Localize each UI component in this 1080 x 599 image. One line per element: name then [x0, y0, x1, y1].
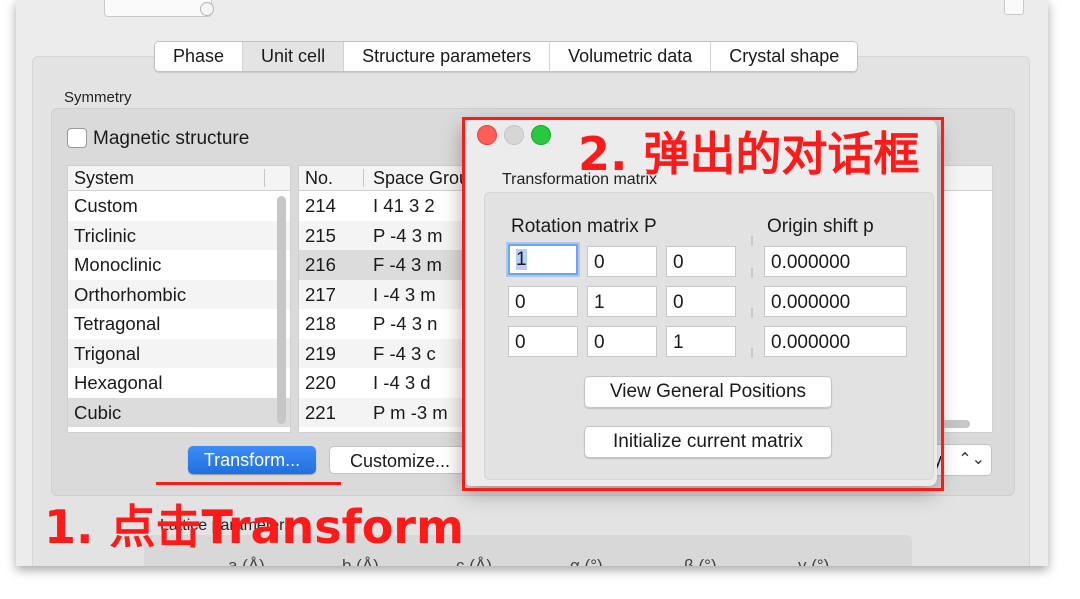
sg-number: 220	[305, 372, 336, 393]
lattice-header-beta: β (°)	[684, 556, 717, 566]
lattice-header-b: b (Å)	[342, 556, 379, 566]
sg-name: F -4 3 m	[373, 254, 442, 275]
table-row-selected[interactable]: 216 F -4 3 m	[299, 250, 489, 280]
right-list-header	[942, 166, 992, 191]
right-list-scrollbar[interactable]	[942, 420, 970, 428]
lattice-header-a: a (Å)	[228, 556, 265, 566]
top-right-fragment[interactable]	[1004, 0, 1024, 15]
annotation-step-1: 1. 点击Transform	[44, 500, 464, 554]
sg-number: 215	[305, 224, 336, 246]
magnetic-structure-checkbox[interactable]	[67, 128, 87, 148]
sg-name: F -4 3 c	[373, 342, 436, 364]
sg-name: I -4 3 d	[373, 372, 431, 393]
customize-button[interactable]: Customize...	[329, 446, 465, 474]
list-item[interactable]: Trigonal	[68, 338, 290, 368]
magnetic-structure-label: Magnetic structure	[93, 128, 250, 149]
annotation-step-2: 2. 弹出的对话框	[578, 127, 920, 181]
sg-number: 221	[305, 401, 336, 423]
list-item[interactable]: Orthorhombic	[68, 279, 290, 309]
table-row[interactable]: 218 P -4 3 n	[299, 309, 489, 339]
right-list-fragment[interactable]	[941, 165, 993, 433]
system-header-label: System	[74, 168, 135, 188]
table-row[interactable]: 219 F -4 3 c	[299, 338, 489, 368]
sg-number: 214	[305, 195, 336, 216]
sg-number: 217	[305, 283, 336, 305]
system-column-header[interactable]: System	[68, 166, 290, 191]
column-separator	[363, 169, 364, 187]
symmetry-section-title: Symmetry	[64, 89, 132, 106]
tab-bar: Phase Unit cell Structure parameters Vol…	[154, 41, 859, 72]
no-header-label: No.	[305, 168, 334, 188]
list-item[interactable]: Triclinic	[68, 220, 290, 250]
tab-structure-parameters[interactable]: Structure parameters	[344, 42, 551, 71]
lattice-header-c: c (Å)	[456, 556, 492, 566]
top-field-fragment[interactable]	[104, 0, 212, 17]
system-list[interactable]: System Custom Triclinic Monoclinic Ortho…	[67, 165, 291, 433]
list-item[interactable]: Hexagonal	[68, 368, 290, 398]
list-item[interactable]: Tetragonal	[68, 309, 290, 339]
transform-button[interactable]: Transform...	[188, 446, 316, 474]
table-row[interactable]: 214 I 41 3 2	[299, 191, 489, 221]
sg-name: P -4 3 m	[373, 224, 443, 246]
tab-unit-cell[interactable]: Unit cell	[243, 42, 345, 71]
lattice-header-gamma: γ (°)	[798, 556, 830, 566]
system-list-scrollbar[interactable]	[277, 196, 286, 424]
tab-phase[interactable]: Phase	[155, 42, 244, 71]
sg-name: P m -3 m	[373, 401, 448, 423]
table-row[interactable]: 220 I -4 3 d	[299, 368, 489, 398]
space-group-column-header[interactable]: No. Space Group	[299, 166, 489, 191]
table-row[interactable]: 215 P -4 3 m	[299, 220, 489, 250]
list-item-selected[interactable]: Cubic	[68, 397, 290, 427]
sg-number: 219	[305, 342, 336, 364]
transform-underline	[156, 482, 341, 485]
sg-number: 218	[305, 313, 336, 334]
sg-name: P -4 3 n	[373, 313, 438, 334]
list-item[interactable]: Monoclinic	[68, 250, 290, 280]
table-row[interactable]: 221 P m -3 m	[299, 397, 489, 427]
sg-name: I 41 3 2	[373, 195, 435, 216]
tab-volumetric-data[interactable]: Volumetric data	[550, 42, 712, 71]
updown-arrows-icon: ⌃⌄	[958, 451, 985, 468]
sg-name: I -4 3 m	[373, 283, 436, 305]
list-item[interactable]: Custom	[68, 191, 290, 221]
column-separator	[264, 169, 265, 187]
top-help-fragment[interactable]	[200, 2, 214, 16]
lattice-header-alpha: α (°)	[570, 556, 603, 566]
tab-crystal-shape[interactable]: Crystal shape	[711, 42, 858, 71]
sg-number: 216	[305, 254, 336, 275]
table-row[interactable]: 217 I -4 3 m	[299, 279, 489, 309]
